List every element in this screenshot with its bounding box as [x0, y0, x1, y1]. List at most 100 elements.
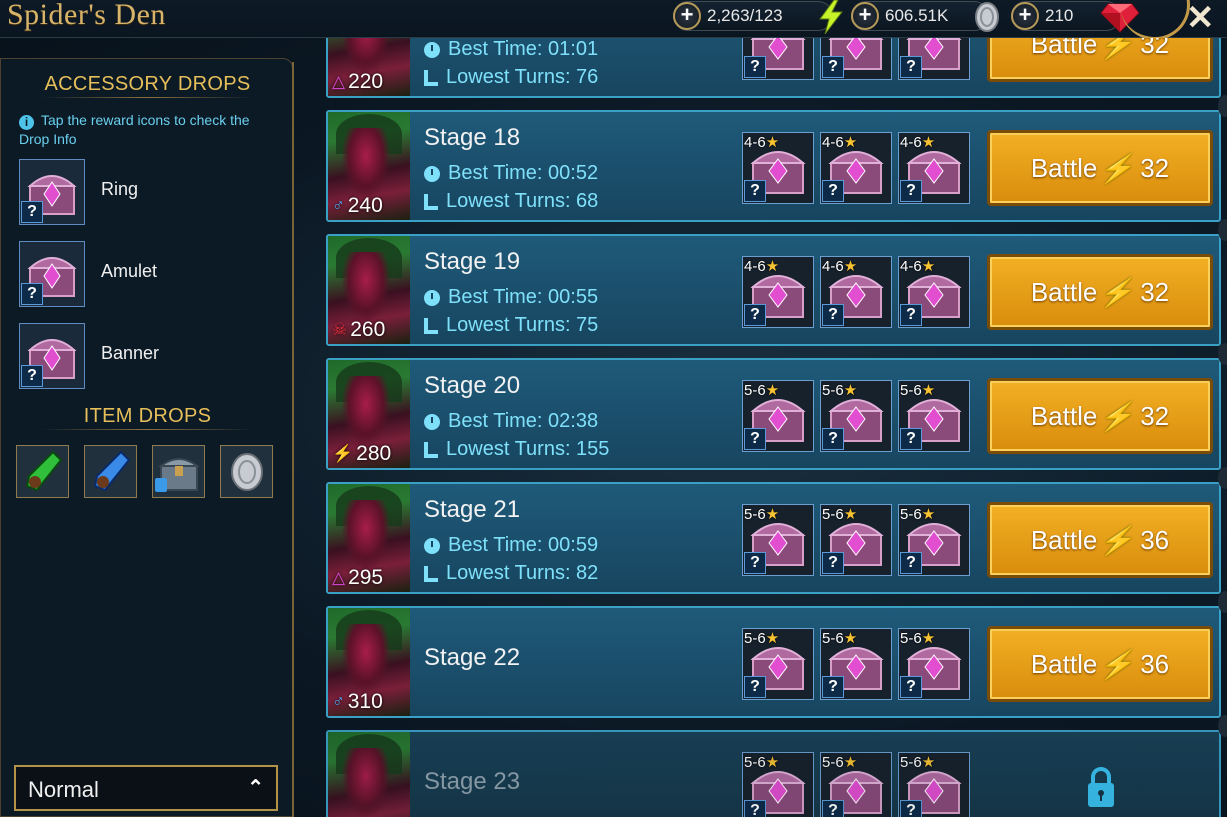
question-mark-icon: ?	[900, 676, 922, 698]
stage-row[interactable]: ☠ 260 Stage 19 Best Time: 00:55 Lowest Turns…	[326, 234, 1221, 346]
star-range: 4-6★	[744, 134, 780, 151]
close-button[interactable]: ✕	[1186, 0, 1215, 38]
reward-chest[interactable]: 5-6★?	[742, 504, 814, 576]
stage-row[interactable]: ⚡ 280 Stage 20 Best Time: 02:38 Lowest Turns…	[326, 358, 1221, 470]
enemy-power-badge: ☠ 260	[332, 318, 385, 342]
affinity-spirit-icon: ⚡	[332, 444, 354, 463]
reward-chest[interactable]: 5-6★?	[742, 380, 814, 452]
energy-bolt-icon: ⚡	[1097, 152, 1141, 184]
enemy-power-badge: ⚡ 280	[332, 442, 391, 466]
top-bar: Spider's Den + 2,263/123 + 606.51K + 210…	[0, 0, 1227, 40]
reward-chest[interactable]: ?	[742, 38, 814, 80]
reward-chest[interactable]: 5-6★?	[898, 380, 970, 452]
star-range: 5-6★	[900, 754, 936, 771]
battle-button[interactable]: Battle ⚡ 36	[987, 502, 1213, 578]
stage-row[interactable]: △ 295 Stage 21 Best Time: 00:59 Lowest Turns…	[326, 482, 1221, 594]
boss-portrait: ♂ 240	[328, 112, 410, 220]
question-mark-icon: ?	[822, 56, 844, 78]
star-range: 5-6★	[744, 630, 780, 647]
enemy-power: 220	[348, 70, 384, 93]
star-icon: ★	[765, 754, 780, 771]
question-mark-icon: ?	[822, 304, 844, 326]
stage-list[interactable]: △220Stage 17Best Time: 01:01Lowest Turns…	[296, 38, 1227, 817]
reward-chest[interactable]: 5-6★?	[742, 752, 814, 817]
battle-label: Battle	[1030, 152, 1098, 183]
boss-portrait: △ 220	[328, 38, 410, 96]
star-icon: ★	[843, 258, 858, 275]
reward-chest[interactable]: 5-6★?	[820, 504, 892, 576]
green-shard-icon[interactable]	[16, 445, 69, 498]
battle-button[interactable]: Battle ⚡ 32	[987, 254, 1213, 330]
affinity-magic-icon: △	[332, 568, 346, 587]
question-mark-icon: ?	[744, 304, 766, 326]
screen: { "header": { "title": "Spider's Den", "…	[0, 0, 1227, 817]
battle-button[interactable]: Battle ⚡ 32	[987, 130, 1213, 206]
scroll-notch	[1218, 591, 1227, 613]
battle-button[interactable]: Battle ⚡ 32	[987, 378, 1213, 454]
accessory-drops-title: ACCESSORY DROPS	[44, 73, 251, 95]
energy-bolt-icon: ⚡	[1097, 524, 1141, 556]
reward-chest[interactable]: 5-6★?	[742, 628, 814, 700]
accessory-chest-icon: ?	[19, 241, 85, 307]
best-time: Best Time: 01:01	[424, 38, 598, 61]
reward-chest[interactable]: 4-6★?	[898, 132, 970, 204]
drops-panel: ACCESSORY DROPS i Tap the reward icons to…	[0, 58, 293, 817]
star-range: 4-6★	[822, 134, 858, 151]
energy-bolt-icon: ⚡	[1097, 400, 1141, 432]
decorative-arc	[1120, 0, 1190, 40]
question-mark-icon: ?	[744, 800, 766, 817]
reward-chest[interactable]: 4-6★?	[742, 256, 814, 328]
reward-chest[interactable]: 5-6★?	[820, 628, 892, 700]
scroll-notch	[1218, 95, 1227, 117]
accessory-banner[interactable]: ? Banner	[19, 323, 279, 389]
panel-border	[286, 62, 294, 817]
stage-row[interactable]: Stage 23 5-6★? 5-6★? 5-6★?	[326, 730, 1221, 817]
stage-row[interactable]: △220Stage 17Best Time: 01:01Lowest Turns…	[326, 38, 1221, 98]
energy-cost: 36	[1140, 524, 1170, 555]
question-mark-icon: ?	[900, 56, 922, 78]
energy-cost: 32	[1140, 400, 1170, 431]
lowest-turns: Lowest Turns: 75	[424, 314, 598, 337]
silver-coin-icon[interactable]	[220, 445, 273, 498]
reward-chest[interactable]: ?	[820, 38, 892, 80]
battle-button[interactable]: Battle ⚡ 36	[987, 626, 1213, 702]
reward-chest[interactable]: 5-6★?	[898, 504, 970, 576]
turns-icon	[424, 565, 438, 582]
accessory-ring[interactable]: ? Ring	[19, 159, 279, 225]
affinity-force-icon: ♂	[332, 196, 345, 215]
chevron-up-icon: ⌃	[247, 777, 264, 799]
best-time: Best Time: 00:52	[424, 162, 598, 185]
star-range: 4-6★	[822, 258, 858, 275]
chest-icon[interactable]	[152, 445, 205, 498]
add-silver-button[interactable]: +	[851, 2, 879, 30]
accessory-amulet[interactable]: ? Amulet	[19, 241, 279, 307]
difficulty-select[interactable]: Normal ⌃	[14, 765, 278, 811]
battle-label: Battle	[1030, 524, 1098, 555]
enemy-power: 280	[356, 442, 392, 465]
enemy-power-badge: ♂ 310	[332, 690, 383, 714]
reward-chest[interactable]: 4-6★?	[742, 132, 814, 204]
stage-row[interactable]: ♂ 240 Stage 18 Best Time: 00:52 Lowest Turns…	[326, 110, 1221, 222]
mystery-shard-icon[interactable]	[84, 445, 137, 498]
reward-chest[interactable]: 5-6★?	[820, 752, 892, 817]
star-icon: ★	[843, 754, 858, 771]
reward-chest[interactable]: 5-6★?	[898, 628, 970, 700]
add-energy-button[interactable]: +	[673, 2, 701, 30]
gems-counter: + 210	[1011, 1, 1140, 33]
reward-chest[interactable]: 5-6★?	[898, 752, 970, 817]
stage-name: Stage 18	[424, 124, 521, 151]
question-mark-icon: ?	[900, 552, 922, 574]
question-mark-icon: ?	[21, 365, 43, 387]
silver-coin-icon	[975, 2, 999, 32]
battle-button[interactable]: Battle ⚡ 32	[987, 38, 1213, 82]
reward-chest[interactable]: 4-6★?	[820, 256, 892, 328]
stage-row[interactable]: ♂ 310 Stage 22 5-6★? 5-6★? 5-6★? Battle ⚡ 36	[326, 606, 1221, 718]
gems-value: 210	[1045, 6, 1074, 25]
star-range: 5-6★	[822, 382, 858, 399]
best-time: Best Time: 02:38	[424, 410, 598, 433]
reward-chest[interactable]: ?	[898, 38, 970, 80]
reward-chest[interactable]: 4-6★?	[820, 132, 892, 204]
add-gems-button[interactable]: +	[1011, 2, 1039, 30]
reward-chest[interactable]: 4-6★?	[898, 256, 970, 328]
reward-chest[interactable]: 5-6★?	[820, 380, 892, 452]
